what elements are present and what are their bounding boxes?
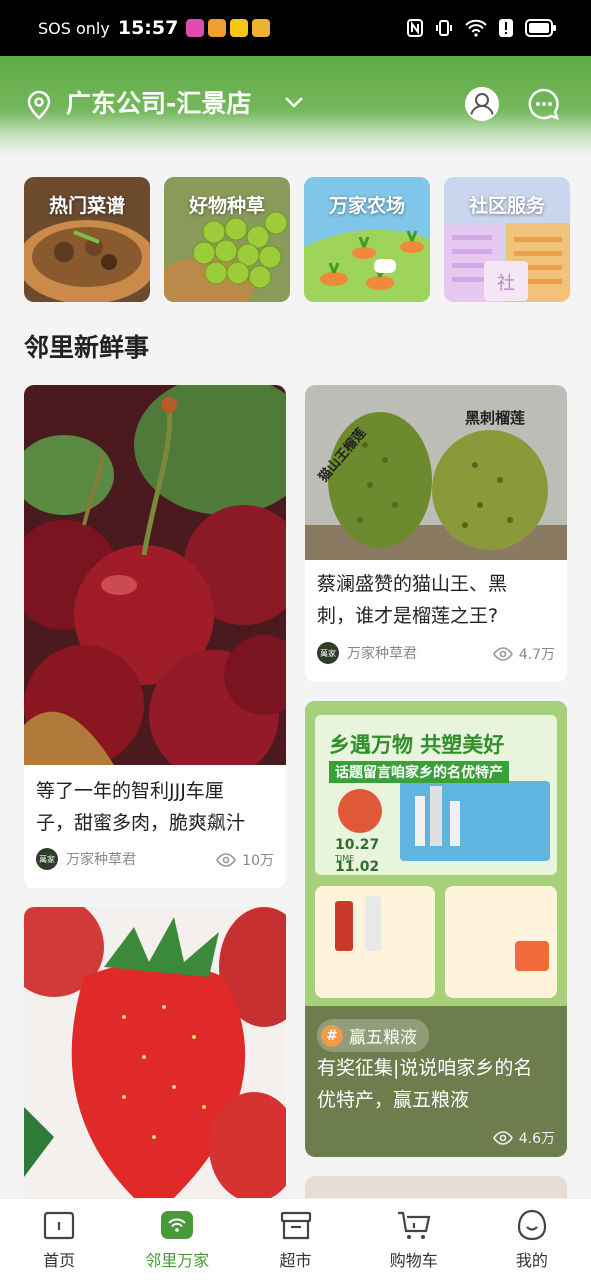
video-app-icon: [208, 19, 227, 37]
nav-label: 购物车: [389, 1251, 438, 1270]
card-author[interactable]: 萬家 万家种草君: [317, 642, 417, 664]
message-icon[interactable]: [527, 87, 561, 121]
feed-card-cherry[interactable]: 等了一年的智利JJJ车厘 子，甜蜜多肉，脆爽飙汁 萬家 万家种草君 10万: [24, 385, 286, 888]
nav-label: 超市: [279, 1251, 312, 1270]
card-title: 等了一年的智利JJJ车厘 子，甜蜜多肉，脆爽飙汁: [36, 780, 246, 834]
clock: 15:57: [117, 17, 179, 39]
neighbor-icon: [159, 1209, 195, 1241]
view-count: 4.7万: [492, 644, 555, 664]
author-name: 万家种草君: [66, 852, 136, 868]
chevron-down-icon[interactable]: [284, 96, 304, 108]
quick-card-recipes[interactable]: 热门菜谱: [24, 177, 150, 302]
video-app-icon: [186, 19, 205, 37]
feed-card-strawberry[interactable]: [24, 907, 286, 1198]
app-header: 广东公司-汇景店: [0, 56, 591, 156]
nfc-icon: [407, 19, 423, 37]
wifi-icon: [465, 19, 487, 37]
eye-icon: [492, 647, 513, 661]
nav-cart[interactable]: 购物车: [355, 1199, 473, 1280]
game-app-icon: [230, 19, 249, 37]
feed-card-durian[interactable]: 猫山王榴莲 黑刺榴莲 蔡澜盛赞的猫山王、黑 刺，谁才是榴莲之王? 萬家 万家种草…: [305, 385, 567, 682]
promo-date-end: 11.02: [335, 859, 380, 875]
feed-card-next[interactable]: [305, 1176, 567, 1198]
nav-label: 邻里万家: [145, 1251, 210, 1270]
nav-label: 首页: [43, 1251, 76, 1270]
eye-icon: [216, 853, 237, 867]
quick-card-label: 社区服务: [468, 195, 545, 217]
durian-label-right: 黑刺榴莲: [465, 409, 526, 427]
card-author[interactable]: 萬家 万家种草君: [36, 848, 136, 870]
quick-card-label: 万家农场: [328, 195, 405, 217]
cart-icon: [396, 1209, 432, 1241]
battery-icon: [525, 19, 556, 37]
location-icon[interactable]: [26, 90, 52, 120]
card-title: 有奖征集|说说咱家乡的名 优特产，赢五粮液: [317, 1057, 533, 1111]
nav-home[interactable]: 首页: [0, 1199, 118, 1280]
profile-icon: [514, 1209, 550, 1241]
topic-badge[interactable]: # 赢五粮液: [317, 1019, 429, 1052]
nav-profile[interactable]: 我的: [473, 1199, 591, 1280]
feed-card-promo[interactable]: 乡遇万物 共塑美好 话题留言咱家乡的名优特产 10.27 TIME 11.02 …: [305, 701, 567, 1157]
hashtag-icon: #: [321, 1024, 343, 1047]
carrier-text: SOS only: [38, 18, 110, 38]
bottom-nav: 首页 邻里万家 超市 购物车 我的: [0, 1198, 591, 1280]
avatar-icon: [470, 93, 494, 118]
cherry-image: [24, 385, 286, 765]
quick-card-community[interactable]: 社 社区服务: [444, 177, 570, 302]
strawberry-image: [24, 907, 286, 1198]
nav-supermarket[interactable]: 超市: [236, 1199, 354, 1280]
nav-label: 我的: [515, 1251, 548, 1270]
author-logo: 萬家: [36, 848, 58, 870]
alert-icon: [499, 19, 513, 37]
nav-neighbor[interactable]: 邻里万家: [118, 1199, 236, 1280]
home-icon: [41, 1209, 77, 1241]
eye-icon: [492, 1131, 513, 1145]
author-name: 万家种草君: [347, 646, 417, 662]
quick-category-row: 热门菜谱 好物种草 万家农场 社 社区服务: [24, 177, 570, 302]
status-bar: SOS only 15:57: [0, 0, 591, 56]
section-title: 邻里新鲜事: [24, 333, 150, 362]
quick-card-label: 好物种草: [188, 195, 265, 217]
quick-card-label: 热门菜谱: [48, 195, 125, 217]
store-selector[interactable]: 广东公司-汇景店: [66, 84, 251, 120]
durian-image: [305, 385, 567, 560]
quick-card-goods[interactable]: 好物种草: [164, 177, 290, 302]
promo-subheadline: 话题留言咱家乡的名优特产: [329, 761, 509, 783]
quick-card-farm[interactable]: 万家农场: [304, 177, 430, 302]
svg-text:社: 社: [497, 273, 515, 294]
vibrate-icon: [436, 20, 452, 36]
user-avatar[interactable]: [465, 87, 499, 121]
promo-date-start: 10.27: [335, 837, 380, 853]
cat-app-icon: [252, 19, 271, 37]
view-count: 4.6万: [492, 1128, 555, 1148]
promo-headline: 乡遇万物 共塑美好: [329, 733, 505, 757]
store-icon: [278, 1209, 314, 1241]
author-logo: 萬家: [317, 642, 339, 664]
card-title: 蔡澜盛赞的猫山王、黑 刺，谁才是榴莲之王?: [317, 573, 508, 627]
view-count: 10万: [216, 850, 274, 870]
